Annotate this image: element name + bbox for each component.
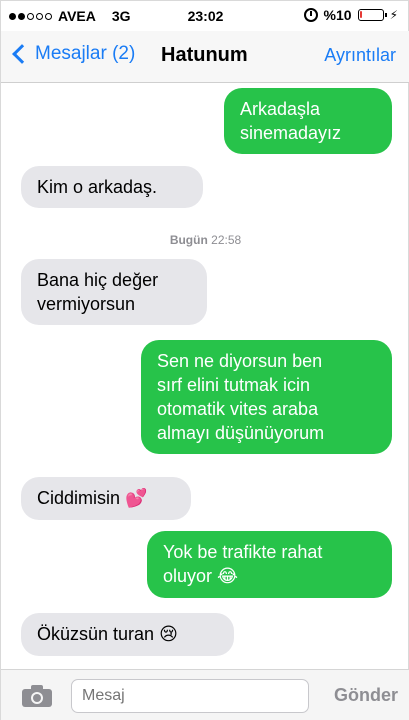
timestamp-day: Bugün: [169, 233, 208, 247]
message-text: Yok be trafikte rahat oluyor: [163, 542, 323, 586]
timestamp-time: 22:58: [211, 233, 242, 247]
back-button[interactable]: Mesajlar (2): [11, 43, 135, 65]
message-bubble-received[interactable]: Ciddimisin 💕: [21, 477, 191, 520]
status-right: %10 ⚡: [303, 7, 398, 23]
battery-percent: %10: [323, 7, 352, 23]
navigation-bar: Mesajlar (2) Hatunum Ayrıntılar: [1, 31, 409, 83]
message-bubble-sent[interactable]: Sen ne diyorsun ben sırf elini tutmak ic…: [141, 340, 392, 454]
message-bubble-received[interactable]: Öküzsün turan 😢: [21, 613, 234, 656]
two-hearts-emoji: 💕: [125, 488, 148, 509]
message-text: Ciddimisin: [37, 488, 121, 508]
camera-icon[interactable]: [21, 684, 53, 708]
send-button[interactable]: Gönder: [334, 685, 398, 706]
battery-icon: [357, 9, 387, 21]
charging-bolt-icon: ⚡: [389, 8, 398, 22]
message-text: Öküzsün turan: [37, 624, 155, 644]
message-input[interactable]: [71, 679, 309, 713]
details-button[interactable]: Ayrıntılar: [324, 45, 396, 66]
tears-of-joy-emoji: 😂: [217, 566, 239, 587]
message-bubble-received[interactable]: Kim o arkadaş.: [21, 166, 203, 208]
status-bar: AVEA 3G 23:02 %10 ⚡: [1, 1, 409, 31]
message-text: Arkadaşla sinemadayız: [240, 99, 342, 143]
message-bubble-sent[interactable]: Arkadaşla sinemadayız: [224, 88, 392, 154]
message-bubble-sent[interactable]: Yok be trafikte rahat oluyor 😂: [147, 531, 392, 598]
back-label: Mesajlar (2): [35, 43, 136, 64]
battery-fill: [359, 11, 362, 18]
timestamp: Bugün 22:58: [1, 233, 409, 247]
crying-face-emoji: 😢: [159, 624, 178, 645]
message-text: Kim o arkadaş.: [37, 177, 158, 197]
back-chevron-icon: [12, 44, 32, 64]
conversation-title: Hatunum: [161, 44, 248, 66]
message-text: Bana hiç değer vermiyorsun: [37, 270, 159, 314]
message-text: Sen ne diyorsun ben sırf elini tutmak ic…: [157, 351, 325, 443]
composer-bar: Gönder: [1, 669, 409, 720]
alarm-icon: [303, 8, 318, 22]
message-bubble-received[interactable]: Bana hiç değer vermiyorsun: [21, 259, 207, 325]
